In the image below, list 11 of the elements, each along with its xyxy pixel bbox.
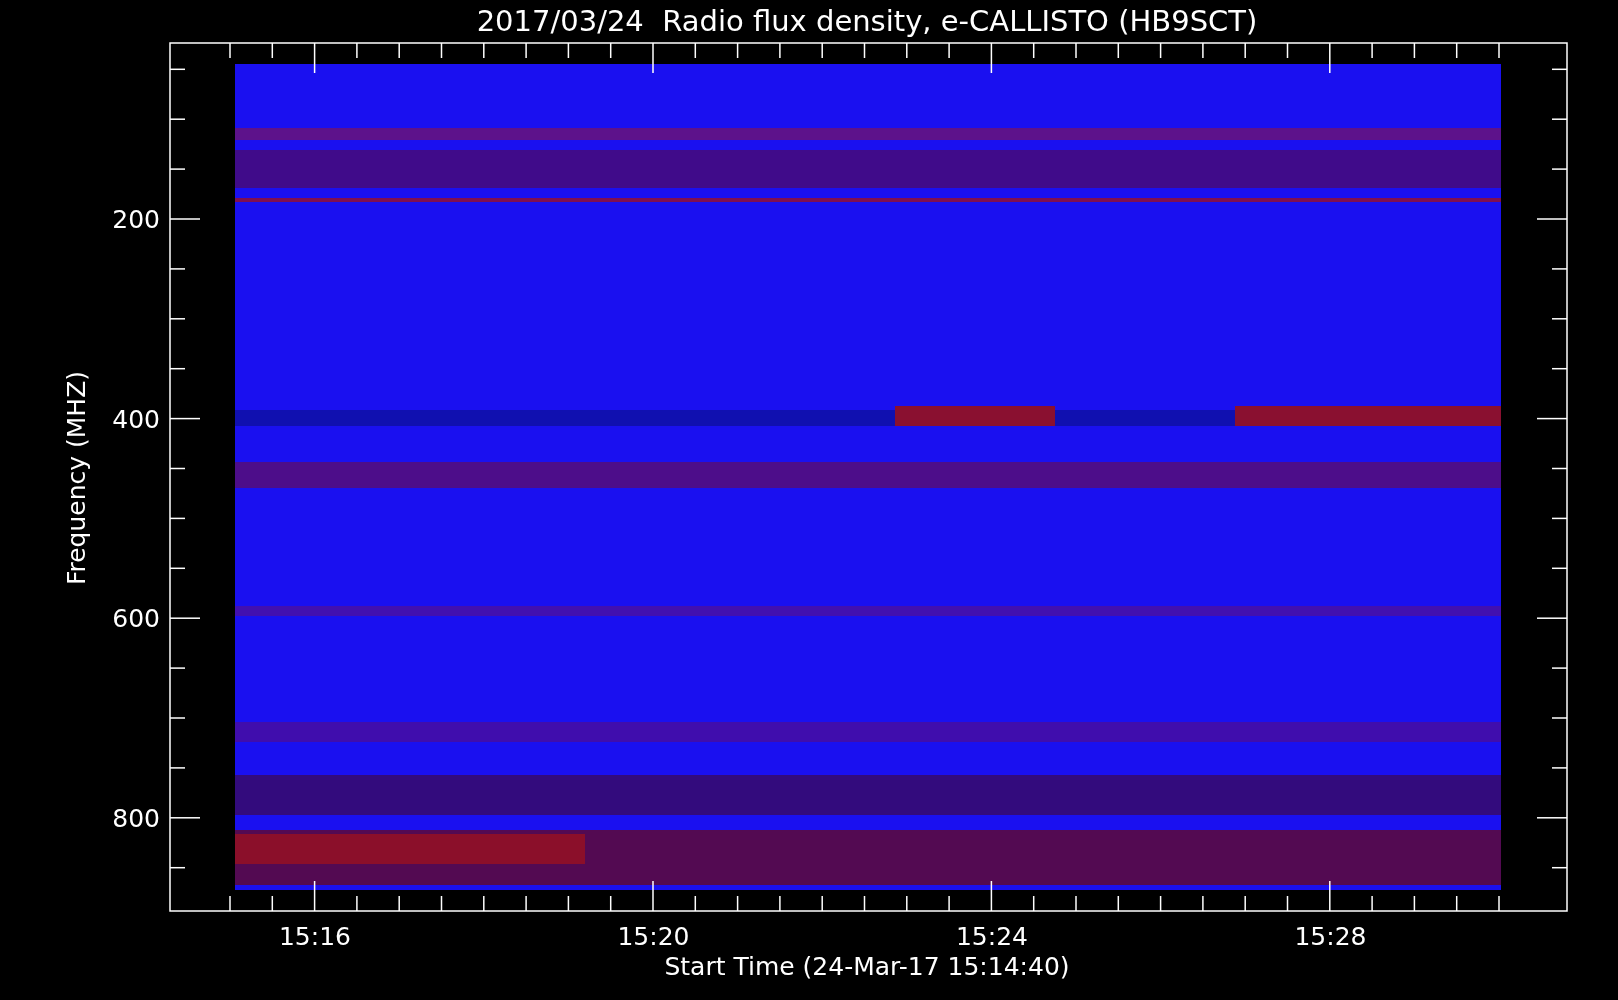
x-tick-label: 15:28 (1294, 922, 1367, 951)
x-tick-label: 15:24 (956, 922, 1028, 951)
y-tick-label: 200 (112, 205, 160, 234)
y-tick-label: 800 (112, 804, 160, 834)
y-axis-label: Frequency (MHZ) (62, 370, 91, 586)
x-tick-label: 15:20 (617, 922, 690, 951)
plot-title: 2017/03/24 Radio flux density, e-CALLISTO (HB9SCT) (476, 4, 1258, 38)
y-tick-label: 400 (112, 404, 160, 434)
x-tick-label: 15:16 (279, 922, 351, 951)
y-tick-label: 600 (112, 604, 160, 634)
x-axis-label: Start Time (24-Mar-17 15:14:40) (664, 952, 1070, 981)
